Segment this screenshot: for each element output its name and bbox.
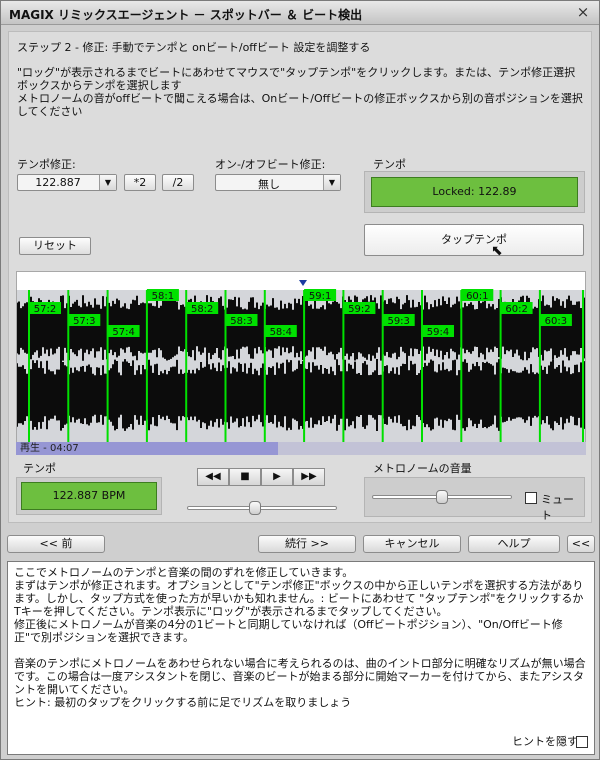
cancel-button[interactable]: キャンセル	[363, 535, 461, 553]
tempo-bpm-label: テンポ	[23, 462, 56, 475]
waveform-view[interactable]: 57:2 57:3 57:4 58:1 58:2 58:3 58:4 59:1 59:2 59:3…	[16, 271, 586, 455]
play-icon: ▶	[273, 471, 281, 482]
tempo-label: テンポ	[373, 158, 406, 171]
playback-label: 再生 - 04:07	[20, 443, 79, 454]
beat-marker-label: 59:1	[309, 291, 331, 302]
beat-marker-label: 58:4	[270, 327, 292, 338]
hide-hint-label: ヒントを隠す	[512, 735, 578, 748]
onoff-correction-label: オン-/オフビート修正:	[215, 158, 326, 171]
rewind-button[interactable]: ◀◀	[197, 468, 229, 486]
help-button[interactable]: ヘルプ	[468, 535, 560, 553]
step-heading: ステップ 2 - 修正: 手動でテンポと onビート/offビート 設定を調整す…	[17, 41, 371, 54]
mute-label: ミュート	[541, 493, 574, 522]
beat-marker-label: 58:2	[191, 304, 213, 315]
reset-button[interactable]: リセット	[19, 237, 91, 255]
beat-marker-label: 57:2	[34, 304, 56, 315]
main-panel: ステップ 2 - 修正: 手動でテンポと onビート/offビート 設定を調整す…	[8, 31, 592, 523]
position-slider-thumb[interactable]	[248, 501, 261, 515]
playback-bar[interactable]: 再生 - 04:07	[16, 442, 586, 455]
stop-icon: ■	[240, 471, 250, 482]
fast-forward-button[interactable]: ▶▶	[293, 468, 325, 486]
multiply-2-button[interactable]: *2	[124, 174, 156, 191]
fast-forward-icon: ▶▶	[301, 471, 317, 482]
instruction-line: "ロッグ"が表示されるまでビートにあわせてマウスで"タップテンポ"をクリックしま…	[17, 66, 576, 92]
divide-2-button[interactable]: /2	[162, 174, 194, 191]
help-paragraph: ヒント: 最初のタップをクリックする前に足でリズムを取りましょう	[14, 696, 352, 709]
beat-marker-label: 59:2	[348, 304, 370, 315]
onoff-correction-select[interactable]: 無し ▼	[215, 174, 341, 191]
help-spacer	[14, 644, 588, 657]
title-bar: MAGIX リミックスエージェント － スポットバー ＆ ビート検出 ×	[1, 1, 599, 25]
help-paragraph: 音楽のテンポにメトロノームをあわせられない場合に考えられるのは、曲のイントロ部分…	[14, 657, 586, 696]
help-text-panel: ここでメトロノームのテンポと音楽の間のずれを修正していきます。 まずはテンポが修…	[7, 561, 595, 755]
mouse-cursor-icon: ⬉	[491, 243, 503, 259]
chevron-down-icon: ▼	[99, 175, 116, 190]
beat-marker-label: 60:1	[466, 291, 488, 302]
tempo-correction-value: 122.887	[35, 176, 81, 189]
help-paragraph: 修正後にメトロノームが音楽の4分の1ビートと同期していなければ（Offビートポジ…	[14, 618, 563, 644]
tempo-bpm-frame: 122.887 BPM	[16, 477, 162, 515]
instruction-line: メトロノームの音がoffビートで聞こえる場合は、Onビート/Offビートの修正ボ…	[17, 92, 583, 118]
tempo-correction-label: テンポ修正:	[17, 158, 76, 171]
collapse-help-button[interactable]: <<	[567, 535, 595, 553]
beat-marker-label: 58:1	[152, 291, 174, 302]
beat-marker-label: 58:3	[230, 316, 252, 327]
metronome-volume-thumb[interactable]	[436, 490, 448, 504]
beat-marker-label: 60:3	[545, 316, 567, 327]
close-icon[interactable]: ×	[575, 5, 591, 21]
beat-marker-label: 60:2	[505, 304, 527, 315]
remix-agent-window: MAGIX リミックスエージェント － スポットバー ＆ ビート検出 × ステッ…	[0, 0, 600, 760]
continue-button[interactable]: 続行 >>	[258, 535, 356, 553]
metronome-label: メトロノームの音量	[373, 462, 472, 475]
window-title: MAGIX リミックスエージェント － スポットバー ＆ ビート検出	[9, 8, 363, 22]
mute-checkbox[interactable]	[525, 492, 537, 504]
beat-pointer-icon	[299, 280, 307, 286]
instructions: "ロッグ"が表示されるまでビートにあわせてマウスで"タップテンポ"をクリックしま…	[17, 66, 583, 118]
tempo-bpm-display: 122.887 BPM	[21, 482, 157, 510]
beat-marker-label: 57:4	[112, 327, 134, 338]
tempo-correction-select[interactable]: 122.887 ▼	[17, 174, 117, 191]
back-button[interactable]: << 前	[7, 535, 105, 553]
hide-hint-checkbox[interactable]	[576, 736, 588, 748]
metronome-frame: ミュート	[364, 477, 585, 522]
help-paragraph: ここでメトロノームのテンポと音楽の間のずれを修正していきます。	[14, 566, 354, 579]
tap-tempo-button[interactable]: タップテンポ ⬉	[364, 224, 584, 259]
chevron-down-icon: ▼	[323, 175, 340, 190]
rewind-icon: ◀◀	[205, 471, 221, 482]
stop-button[interactable]: ■	[229, 468, 261, 486]
tempo-display-frame: Locked: 122.89	[364, 171, 585, 213]
position-slider[interactable]	[187, 506, 337, 510]
beat-marker-label: 59:4	[427, 327, 449, 338]
tempo-locked-display: Locked: 122.89	[371, 177, 578, 207]
help-paragraph: まずはテンポが修正されます。オプションとして"テンポ修正"ボックスの中から正しい…	[14, 579, 584, 618]
beat-marker-label: 59:3	[387, 316, 409, 327]
beat-marker-label: 57:3	[73, 316, 95, 327]
onoff-correction-value: 無し	[258, 178, 280, 191]
waveform-svg: 57:2 57:3 57:4 58:1 58:2 58:3 58:4 59:1 59:2 59:3…	[17, 280, 585, 444]
play-button[interactable]: ▶	[261, 468, 293, 486]
